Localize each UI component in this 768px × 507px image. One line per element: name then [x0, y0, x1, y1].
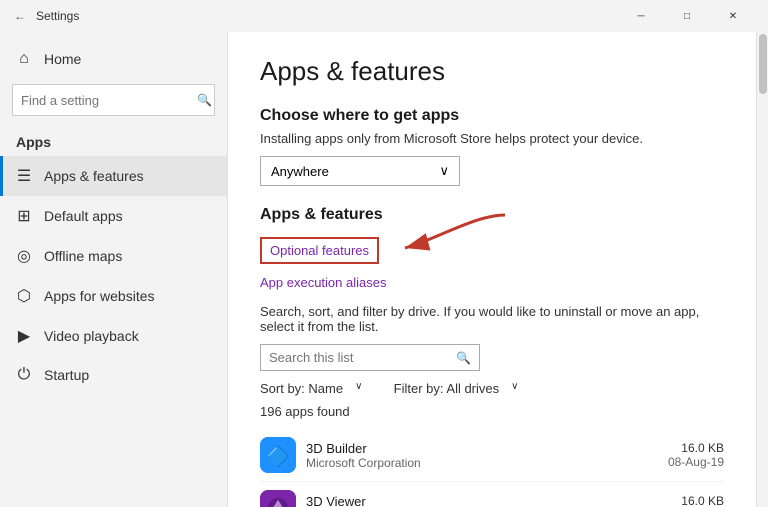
anywhere-dropdown[interactable]: Anywhere ∨: [260, 156, 460, 186]
dropdown-value: Anywhere: [271, 164, 329, 179]
sidebar-home-label: Home: [44, 51, 81, 67]
sidebar-section-label: Apps: [0, 128, 227, 156]
apps-websites-icon: ⬡: [16, 286, 32, 306]
sort-filter-row: Sort by: Name ∨ Filter by: All drives ∨: [260, 381, 724, 396]
app-list: 🔷 3D Builder Microsoft Corporation 16.0 …: [260, 429, 724, 507]
sidebar-item-label: Offline maps: [44, 248, 122, 264]
sort-by-selector[interactable]: Sort by: Name: [260, 381, 343, 396]
sidebar-search-input[interactable]: [21, 93, 197, 108]
startup-icon: ⏻: [16, 366, 32, 384]
search-description: Search, sort, and filter by drive. If yo…: [260, 304, 720, 334]
filter-by-selector[interactable]: Filter by: All drives: [394, 381, 499, 396]
sidebar-search-box[interactable]: 🔍: [12, 84, 215, 116]
sidebar-item-apps-features[interactable]: ☰ Apps & features: [0, 156, 227, 196]
sort-chevron-icon: ∨: [355, 381, 362, 396]
app-size: 16.0 KB: [668, 441, 724, 455]
app-info-3d-viewer: 3D Viewer Microsoft Corporation: [306, 494, 658, 507]
app-size: 16.0 KB: [668, 494, 724, 507]
sidebar-item-label: Apps for websites: [44, 288, 155, 304]
app-name: 3D Viewer: [306, 494, 658, 507]
filter-chevron-icon: ∨: [511, 381, 518, 396]
video-playback-icon: ▶: [16, 326, 32, 346]
apps-found-count: 196 apps found: [260, 404, 724, 419]
app-icon-3d-builder: 🔷: [260, 437, 296, 473]
svg-text:🔷: 🔷: [266, 444, 291, 468]
default-apps-icon: ⊞: [16, 206, 32, 226]
app-publisher: Microsoft Corporation: [306, 456, 658, 470]
app-meta-3d-builder: 16.0 KB 08-Aug-19: [668, 441, 724, 469]
page-title: Apps & features: [260, 56, 724, 87]
sidebar: ⌂ Home 🔍 Apps ☰ Apps & features ⊞ Defaul…: [0, 32, 228, 507]
app-info-3d-builder: 3D Builder Microsoft Corporation: [306, 441, 658, 470]
home-icon: ⌂: [16, 50, 32, 68]
maximize-button[interactable]: □: [664, 0, 710, 32]
sidebar-item-label: Apps & features: [44, 168, 144, 184]
choose-where-desc: Installing apps only from Microsoft Stor…: [260, 131, 724, 146]
sidebar-item-startup[interactable]: ⏻ Startup: [0, 356, 227, 394]
back-button[interactable]: ←: [12, 8, 28, 24]
choose-where-title: Choose where to get apps: [260, 107, 724, 125]
minimize-button[interactable]: ─: [618, 0, 664, 32]
search-apps-input[interactable]: [269, 350, 456, 365]
content-area: Apps & features Choose where to get apps…: [228, 32, 756, 507]
titlebar-left: ← Settings: [12, 8, 79, 24]
offline-maps-icon: ◎: [16, 246, 32, 266]
window-controls: ─ □ ✕: [618, 0, 756, 32]
sidebar-item-apps-websites[interactable]: ⬡ Apps for websites: [0, 276, 227, 316]
optional-features-link[interactable]: Optional features: [260, 237, 379, 264]
app-name: 3D Builder: [306, 441, 658, 456]
app-icon-3d-viewer: [260, 490, 296, 507]
sidebar-item-video-playback[interactable]: ▶ Video playback: [0, 316, 227, 356]
scrollbar[interactable]: [756, 32, 768, 507]
app-date: 08-Aug-19: [668, 455, 724, 469]
red-arrow-annotation: [395, 210, 515, 270]
search-apps-icon: 🔍: [456, 351, 471, 365]
app-execution-link[interactable]: App execution aliases: [260, 275, 386, 290]
dropdown-chevron-icon: ∨: [439, 163, 449, 179]
sidebar-item-default-apps[interactable]: ⊞ Default apps: [0, 196, 227, 236]
sidebar-item-label: Default apps: [44, 208, 123, 224]
titlebar-title: Settings: [36, 9, 79, 23]
table-row[interactable]: 3D Viewer Microsoft Corporation 16.0 KB …: [260, 482, 724, 507]
close-button[interactable]: ✕: [710, 0, 756, 32]
sidebar-item-label: Video playback: [44, 328, 139, 344]
app-meta-3d-viewer: 16.0 KB 30-Sep-20: [668, 494, 724, 507]
sidebar-item-offline-maps[interactable]: ◎ Offline maps: [0, 236, 227, 276]
apps-features-icon: ☰: [16, 166, 32, 186]
titlebar: ← Settings ─ □ ✕: [0, 0, 768, 32]
main-container: ⌂ Home 🔍 Apps ☰ Apps & features ⊞ Defaul…: [0, 32, 768, 507]
search-apps-box[interactable]: 🔍: [260, 344, 480, 371]
back-icon: ←: [14, 9, 26, 23]
sidebar-item-label: Startup: [44, 367, 89, 383]
table-row[interactable]: 🔷 3D Builder Microsoft Corporation 16.0 …: [260, 429, 724, 482]
sidebar-item-home[interactable]: ⌂ Home: [0, 40, 227, 78]
search-icon: 🔍: [197, 93, 212, 107]
